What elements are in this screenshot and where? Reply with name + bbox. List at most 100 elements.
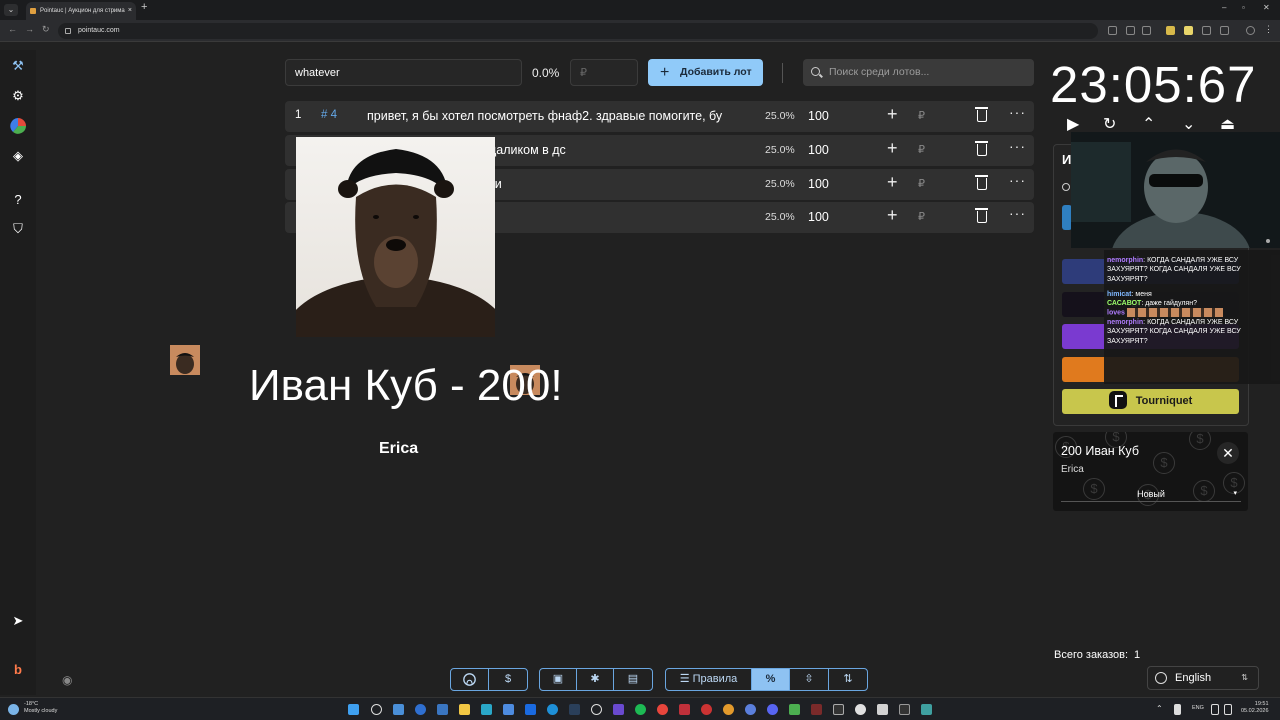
boosty-icon[interactable]: b [9,660,27,678]
taskbar-app-icon[interactable] [833,704,844,715]
add-amount-plus-icon[interactable]: + [887,138,898,159]
lot-row[interactable]: 1 # 4 привет, я бы хотел посмотреть фнаф… [285,101,1034,132]
tab-list-button[interactable]: ⌄ [4,4,18,16]
start-windows-icon[interactable] [348,704,359,715]
more-options-icon[interactable]: ··· [1009,205,1026,221]
volume-icon[interactable] [1224,704,1232,715]
input-language-indicator[interactable]: ENG [1192,705,1204,711]
save-icon[interactable] [1202,26,1211,35]
password-icon[interactable] [1126,26,1135,35]
close-order-icon[interactable]: ✕ [1217,442,1239,464]
lot-name-input[interactable]: whatever [285,59,522,86]
amount-input[interactable]: ₽ [570,59,638,86]
add-lot-button[interactable]: + Добавить лот [648,59,763,86]
amount-currency-input[interactable]: ₽ [918,210,925,223]
visibility-eye-icon[interactable]: ◉ [62,673,76,687]
clear-lots-icon[interactable]: ▤ [614,669,652,690]
rules-button[interactable]: ☰ Правила [666,669,752,690]
close-window-button[interactable]: ✕ [1263,3,1270,12]
url-field[interactable]: pointauc.com [58,23,1098,39]
more-options-icon[interactable]: ··· [1009,172,1026,188]
tab-close-icon[interactable]: × [128,2,132,20]
timer-max-icon[interactable]: ⏏ [1220,114,1235,134]
weather-icon[interactable] [8,704,19,715]
reload-icon[interactable]: ↻ [42,24,50,35]
taskbar-app-icon[interactable] [525,704,536,715]
delete-trash-icon[interactable] [975,107,988,122]
reset-timer-icon[interactable]: ↻ [1103,114,1116,134]
discord-icon[interactable] [767,704,778,715]
browser-tab[interactable]: Pointauc | Аукцион для стрима × [26,2,136,20]
amount-currency-input[interactable]: ₽ [918,143,925,156]
taskbar-app-icon[interactable] [811,704,822,715]
minimize-button[interactable]: – [1222,3,1226,12]
add-amount-plus-icon[interactable]: + [887,172,898,193]
taskbar-app-icon[interactable] [679,704,690,715]
chrome-icon[interactable] [657,704,668,715]
back-icon[interactable]: ← [8,24,17,34]
delete-trash-icon[interactable] [975,175,988,190]
maximize-button[interactable]: ▫ [1242,3,1245,12]
amount-currency-input[interactable]: ₽ [918,177,925,190]
tray-overflow-icon[interactable]: ⌃ [1156,704,1163,715]
add-amount-plus-icon[interactable]: + [887,104,898,125]
network-icon[interactable] [1211,704,1219,715]
steam-icon[interactable] [569,704,580,715]
taskbar-search-icon[interactable] [371,704,382,715]
menu-icon[interactable]: ⋮ [1264,24,1273,34]
site-info-icon[interactable] [65,28,71,34]
add-amount-plus-icon[interactable]: + [887,205,898,226]
telegram-icon[interactable]: ➤ [9,612,27,630]
save-icon[interactable]: ▣ [540,669,577,690]
timer-down-chevron-icon[interactable]: ⌄ [1182,114,1195,134]
percent-toggle[interactable]: % [752,669,790,690]
lot-tag[interactable]: # 4 [321,109,337,121]
edge-icon[interactable] [547,704,558,715]
delete-trash-icon[interactable] [975,208,988,223]
settings-gear-icon[interactable]: ⚙ [9,87,27,105]
bug-report-icon[interactable]: ✱ [577,669,614,690]
delete-trash-icon[interactable] [975,141,988,156]
taskbar-app-icon[interactable] [591,704,602,715]
taskbar-app-icon[interactable] [393,704,404,715]
new-tab-button[interactable]: + [141,1,147,13]
weather-widget[interactable]: -18°C Mostly cloudy [24,701,57,715]
more-options-icon[interactable]: ··· [1009,104,1026,120]
taskbar-app-icon[interactable] [701,704,712,715]
profile-avatar[interactable] [1246,26,1255,35]
sort-icon[interactable]: ⇅ [829,669,867,690]
tourniquet-button[interactable]: Tourniquet [1062,389,1239,414]
extensions-puzzle-icon[interactable] [1220,26,1229,35]
minecraft-icon[interactable] [789,704,800,715]
taskbar-app-icon[interactable] [415,704,426,715]
github-button[interactable] [451,669,489,690]
timer-up-chevron-icon[interactable]: ⌃ [1142,114,1155,134]
donate-button[interactable]: $ [489,669,527,690]
extension-icon[interactable] [1184,26,1193,35]
play-icon[interactable]: ▶ [1067,114,1079,134]
order-status-select[interactable]: Новый ▾ [1061,486,1241,502]
shield-check-icon[interactable]: ⛉ [9,220,27,238]
taskbar-app-icon[interactable] [855,704,866,715]
forward-icon[interactable]: → [25,24,34,34]
lot-search-input[interactable]: Поиск среди лотов... [803,59,1034,86]
spotify-icon[interactable] [635,704,646,715]
taskbar-app-icon[interactable] [723,704,734,715]
lot-text[interactable]: привет, я бы хотел посмотреть фнаф2. здр… [367,109,743,123]
auction-gavel-icon[interactable]: ⚒ [9,57,27,75]
tray-app-icon[interactable] [1174,704,1181,715]
language-select[interactable]: English ⇅ [1147,666,1259,690]
taskbar-app-icon[interactable] [437,704,448,715]
taskbar-app-icon[interactable] [877,704,888,715]
amount-currency-input[interactable]: ₽ [918,109,925,122]
zoom-icon[interactable] [1108,26,1117,35]
taskbar-app-icon[interactable] [503,704,514,715]
file-explorer-icon[interactable] [459,704,470,715]
taskbar-app-icon[interactable] [921,704,932,715]
taskbar-app-icon[interactable] [745,704,756,715]
compact-view-icon[interactable]: ⇳ [790,669,829,690]
layers-icon[interactable]: ◈ [9,147,27,165]
terminal-icon[interactable] [899,704,910,715]
extension-icon[interactable] [1166,26,1175,35]
help-icon[interactable]: ? [9,190,27,208]
